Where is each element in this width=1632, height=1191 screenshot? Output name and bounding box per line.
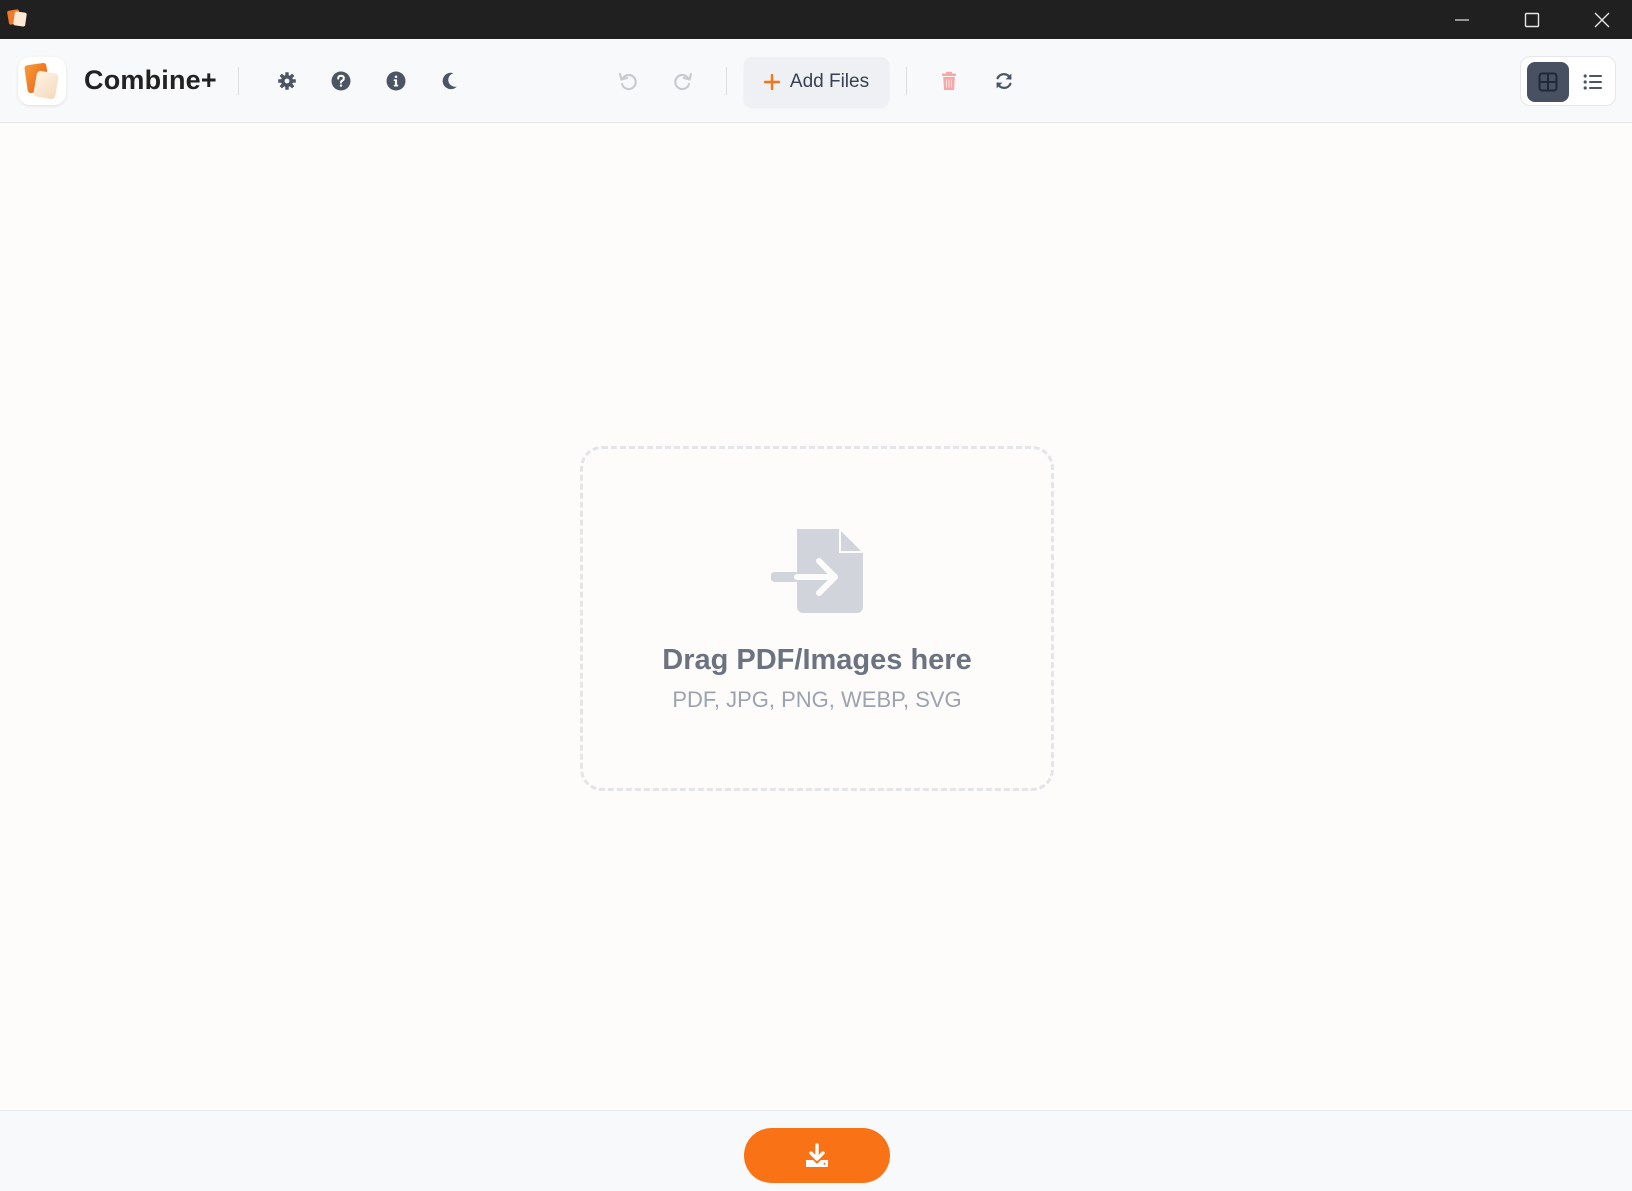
add-files-button[interactable]: Add Files xyxy=(744,57,889,107)
file-drop-zone[interactable]: Drag PDF/Images here PDF, JPG, PNG, WEBP… xyxy=(580,446,1054,791)
moon-icon xyxy=(442,72,457,90)
supported-formats: PDF, JPG, PNG, WEBP, SVG xyxy=(672,687,962,712)
minimize-icon xyxy=(1455,18,1469,21)
window-close-button[interactable] xyxy=(1567,0,1632,39)
theme-toggle-button[interactable] xyxy=(431,62,469,100)
redo-icon xyxy=(674,72,693,91)
app-logo xyxy=(18,57,66,105)
gear-icon xyxy=(278,72,296,90)
refresh-icon xyxy=(996,72,1012,90)
drop-zone-title: Drag PDF/Images here xyxy=(662,644,972,676)
undo-button[interactable] xyxy=(609,62,647,100)
plus-icon xyxy=(763,74,780,90)
info-circle-icon xyxy=(386,71,406,91)
footer-bar xyxy=(0,1110,1632,1191)
list-icon xyxy=(1583,74,1602,90)
question-circle-icon xyxy=(331,71,351,91)
grid-view-button[interactable] xyxy=(1527,62,1569,102)
toolbar-divider xyxy=(906,67,907,95)
window-minimize-button[interactable] xyxy=(1427,0,1497,39)
add-files-label: Add Files xyxy=(789,71,870,92)
window-maximize-button[interactable] xyxy=(1497,0,1567,39)
app-title: Combine+ xyxy=(84,65,217,95)
download-icon xyxy=(806,1142,828,1167)
settings-button[interactable] xyxy=(268,62,306,100)
grid-icon xyxy=(1538,72,1558,92)
refresh-button[interactable] xyxy=(985,62,1023,100)
undo-icon xyxy=(618,72,637,91)
toolbar-divider xyxy=(726,67,727,95)
delete-button[interactable] xyxy=(930,62,968,100)
logo-icon xyxy=(24,62,59,100)
download-button[interactable] xyxy=(744,1128,890,1183)
trash-icon xyxy=(942,71,956,90)
window-titlebar xyxy=(0,0,1632,39)
help-button[interactable] xyxy=(322,62,360,100)
toolbar: Combine+ Add Files xyxy=(0,39,1632,123)
redo-button[interactable] xyxy=(664,62,702,100)
toolbar-divider xyxy=(238,67,239,95)
maximize-icon xyxy=(1524,12,1540,27)
file-import-icon xyxy=(771,529,863,613)
list-view-button[interactable] xyxy=(1572,62,1614,102)
about-button[interactable] xyxy=(377,62,415,100)
close-icon xyxy=(1594,12,1610,27)
app-icon xyxy=(7,9,27,27)
view-toggle xyxy=(1520,56,1616,106)
